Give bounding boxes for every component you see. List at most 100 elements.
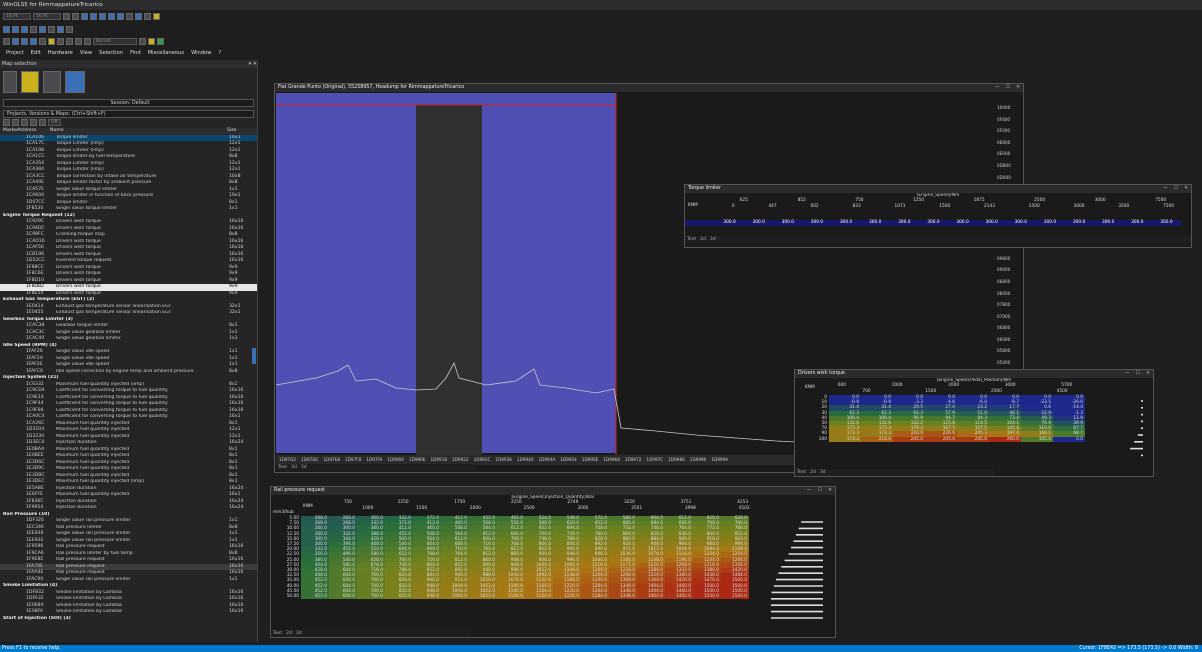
menu-[interactable]: ? [219,48,222,58]
filter-icon-5[interactable] [39,119,46,126]
menu-find[interactable]: Find [130,48,141,58]
maximize-icon[interactable]: ☐ [1006,84,1010,92]
step-icon[interactable] [144,13,151,20]
torque-values-row[interactable]: 300.0 300.0 300.0 300.0 300.0 300.0 300.0 300.0… [685,220,1181,226]
off-toggle[interactable]: Off [48,119,61,126]
tab-3d-2[interactable]: 3d [301,464,307,471]
font-size-field[interactable]: 18 Pt [3,13,31,20]
table-icon[interactable] [63,13,70,20]
grid-icon-2[interactable] [126,13,133,20]
cell[interactable]: 452.0 [301,594,329,600]
tab-text[interactable]: Text [797,469,806,476]
cell[interactable]: 173.3 [829,436,861,442]
cell[interactable]: 216.0 [861,436,893,442]
close-icon[interactable]: ✕ [828,487,832,495]
open-icon[interactable] [3,38,10,45]
view-icon-4[interactable] [108,13,115,20]
view-icon-3[interactable] [99,13,106,20]
menu-view[interactable]: View [80,48,92,58]
filter-icon-4[interactable] [30,119,37,126]
cell[interactable]: 245.0 [893,436,925,442]
minimize-icon[interactable]: — [807,487,812,495]
color-icon[interactable] [153,13,160,20]
menu-window[interactable]: Window [191,48,211,58]
cell[interactable]: 260.0 [989,436,1021,442]
font-size-field-2[interactable]: 16 Pt [33,13,61,20]
tab-3d[interactable]: 3d [291,464,297,471]
tool-icon-7[interactable] [57,26,64,33]
save-icon[interactable] [12,38,19,45]
cell[interactable]: 820.0 [385,594,413,600]
category-row[interactable]: Start of Injection (SOI) (3) [0,616,257,623]
play-icon[interactable] [21,38,28,45]
view-icon-5[interactable] [117,13,124,20]
tab-text[interactable]: Text [278,464,287,471]
cell[interactable]: 1404.0 [637,594,665,600]
print-icon[interactable] [84,38,91,45]
cell[interactable]: 1284.0 [581,594,609,600]
plugin-icon[interactable] [157,38,164,45]
next-icon[interactable] [30,38,37,45]
menu-miscellaneous[interactable]: Miscellaneous [148,48,184,58]
tool-icon-5[interactable] [39,26,46,33]
cell[interactable]: 700.0 [357,594,385,600]
tab-text[interactable]: Text [687,236,696,243]
cell[interactable]: 1500.0 [693,594,721,600]
marker-icon[interactable] [48,38,55,45]
cell[interactable]: 105.0 [1021,436,1053,442]
cell[interactable]: 1004.0 [441,594,469,600]
close-icon[interactable]: ▾ ✕ [249,60,257,68]
close-icon[interactable]: ✕ [1184,185,1188,193]
cell[interactable]: 1052.0 [469,594,497,600]
tool-icon-8[interactable] [66,26,73,33]
cell[interactable]: 245.0 [925,436,957,442]
open-folder-icon[interactable] [21,71,39,93]
tool-icon-2[interactable] [12,26,19,33]
cell[interactable]: 0.0 [1053,436,1085,442]
tab-3d[interactable]: 3d [710,236,716,243]
lock-icon[interactable] [75,38,82,45]
close-icon[interactable]: ✕ [1016,84,1020,92]
tab-2d[interactable]: 2d [810,469,816,476]
menu-edit[interactable]: Edit [31,48,41,58]
help-icon[interactable] [148,38,155,45]
minimize-icon[interactable]: — [1163,185,1168,193]
splitter-handle[interactable] [252,348,256,364]
cell[interactable]: 1220.0 [553,594,581,600]
tool-icon-3[interactable] [21,26,28,33]
cell[interactable]: 1164.0 [525,594,553,600]
tool-icon-4[interactable] [30,26,37,33]
tab-text[interactable]: Text [273,630,282,637]
zoom-icon[interactable] [39,38,46,45]
menu-hardware[interactable]: Hardware [48,48,73,58]
search-field[interactable]: Bprom [93,38,137,45]
cell[interactable]: 1348.0 [609,594,637,600]
close-icon[interactable]: ✕ [1146,370,1150,378]
view-icon-2[interactable] [90,13,97,20]
cell[interactable]: 245.0 [957,436,989,442]
settings-icon[interactable] [139,38,146,45]
projects-search[interactable]: Projects, Versions & Maps: (Ctrl+Shift+F… [3,110,254,118]
filter-icon-2[interactable] [12,119,19,126]
scanner-icon[interactable] [43,71,61,93]
rail-pressure-table[interactable]: 5.00 268.0 268.0 300.0 332.0 372.0 412.0 452.0 4… [273,516,749,600]
minimize-icon[interactable]: — [1125,370,1130,378]
tab-2d[interactable]: 2d [286,630,292,637]
menu-selection[interactable]: Selection [99,48,123,58]
cell[interactable]: 1460.0 [665,594,693,600]
maximize-icon[interactable]: ☐ [818,487,822,495]
tab-2d[interactable]: 2d [700,236,706,243]
cell[interactable]: 948.0 [413,594,441,600]
tab-3d[interactable]: 3d [820,469,826,476]
filter-icon-3[interactable] [21,119,28,126]
tool-icon[interactable] [3,26,10,33]
back-icon[interactable] [57,38,64,45]
cell[interactable]: 604.0 [329,594,357,600]
drivers-wish-table[interactable]: 0 0.0 0.0 0.0 0.0 0.0 0.0 0.0 0.0 10 -0.9 -0.9 -3.3-… [797,395,1085,442]
maps-icon[interactable] [65,71,85,93]
filter-icon[interactable] [3,119,10,126]
minimize-icon[interactable]: — [995,84,1000,92]
grid-icon[interactable] [72,13,79,20]
new-project-icon[interactable] [3,71,17,93]
tool-icon-6[interactable] [48,26,55,33]
